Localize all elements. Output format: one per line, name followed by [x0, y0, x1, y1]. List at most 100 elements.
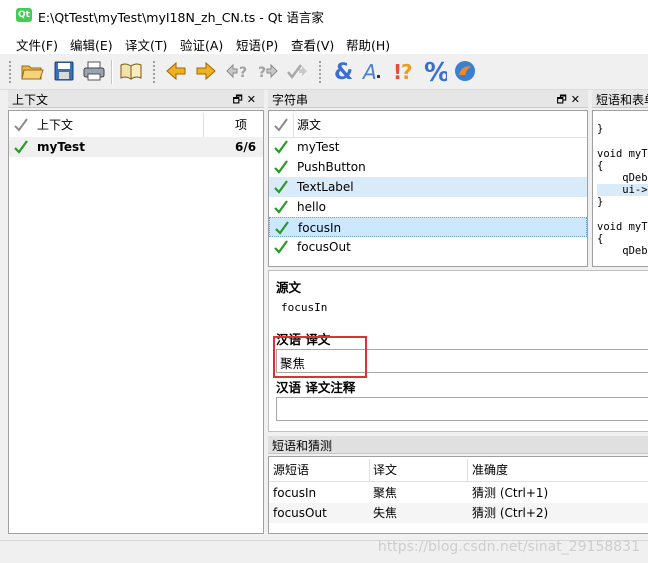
context-dock-title: 上下文 [12, 93, 49, 107]
strings-dock-header: 字符串 🗗✕ [268, 90, 588, 108]
float-dock-icon[interactable]: 🗗 [232, 93, 246, 106]
context-column-header[interactable]: 上下文 [37, 113, 73, 137]
string-row[interactable]: PushButton [269, 157, 587, 177]
watermark: https://blog.csdn.net/sinat_29158831 [377, 539, 640, 555]
dock-buttons: 🗗✕ [232, 91, 260, 110]
svg-text:?: ? [401, 60, 413, 83]
open-folder-icon[interactable] [19, 58, 45, 84]
close-icon[interactable]: ✕ [247, 93, 260, 106]
code-line: } [597, 123, 604, 136]
annotation-highlight-box [273, 336, 367, 378]
toolbar-grip[interactable] [152, 60, 156, 84]
phrase-match-icon[interactable]: !? [391, 58, 417, 84]
prev-unfinished-icon[interactable]: ? [224, 58, 250, 84]
source-text-label: 源文 [276, 280, 302, 295]
phrases-dock-title: 短语和猜测 [272, 439, 333, 453]
menu-phrases[interactable]: 短语(P) [236, 35, 278, 54]
done-check-icon [273, 159, 291, 175]
string-row-selected[interactable]: focusIn [269, 217, 587, 237]
punctuation-check-icon[interactable]: A [360, 58, 386, 84]
arrow-left-icon[interactable] [163, 58, 189, 84]
code-line: qDebu [622, 172, 648, 185]
phrase-accuracy: 猜测 (Ctrl+2) [472, 506, 549, 520]
status-check-header-icon [273, 117, 291, 133]
done-check-icon [273, 139, 291, 155]
items-column-header[interactable]: 项 [235, 113, 247, 137]
done-check-icon [13, 139, 31, 155]
translator-comment-label: 汉语 译文注释 [276, 380, 356, 395]
surrounding-whitespace-icon[interactable] [452, 58, 478, 84]
placemarker-check-icon[interactable]: % [422, 58, 448, 84]
menu-edit[interactable]: 编辑(E) [70, 35, 113, 54]
print-icon[interactable] [81, 58, 107, 84]
menu-file[interactable]: 文件(F) [16, 35, 58, 54]
source-text: focusIn [281, 301, 328, 314]
done-check-icon [274, 220, 292, 236]
phrase-translation: 失焦 [373, 506, 398, 520]
done-next-icon[interactable] [284, 58, 310, 84]
translation-column-header[interactable]: 译文 [373, 459, 397, 481]
accelerator-check-icon[interactable]: & [330, 58, 356, 84]
phrase-translation: 聚焦 [373, 486, 398, 500]
string-text: focusOut [297, 240, 351, 254]
qt-logo-icon: Qt [16, 8, 32, 22]
source-code-view[interactable]: } void myTe { qDebu ui->t } void myTe { … [592, 110, 648, 267]
string-text: hello [297, 200, 326, 214]
toolbar: ? ? & A !? % [0, 54, 648, 141]
toolbar-grip[interactable] [318, 60, 322, 84]
phrase-source: focusIn [273, 486, 317, 500]
strings-list: 源文 myTest PushButton TextLabel hello foc… [268, 110, 588, 267]
svg-text:?: ? [239, 65, 247, 81]
phrases-table: 源短语 译文 准确度 focusIn 聚焦 猜测 (Ctrl+1) focusO… [268, 456, 648, 534]
accuracy-column-header[interactable]: 准确度 [472, 459, 508, 481]
context-row[interactable]: myTest 6/6 [9, 137, 263, 157]
string-row[interactable]: myTest [269, 137, 587, 157]
code-line: void myTe [597, 147, 648, 160]
done-check-icon [273, 179, 291, 195]
menu-translation[interactable]: 译文(T) [125, 35, 167, 54]
status-check-header-icon [13, 117, 31, 133]
string-row[interactable]: focusOut [269, 237, 587, 257]
string-row[interactable]: hello [269, 197, 587, 217]
toolbar-grip[interactable] [8, 60, 12, 84]
string-text: focusIn [298, 221, 342, 235]
menu-bar: 文件(F) 编辑(E) 译文(T) 验证(A) 短语(P) 查看(V) 帮助(H… [0, 32, 648, 54]
svg-text:%: % [424, 59, 447, 83]
context-dock-header: 上下文 🗗✕ [8, 90, 264, 108]
code-line: } [597, 196, 604, 209]
strings-dock-title: 字符串 [272, 93, 309, 107]
phrase-row[interactable]: focusOut 失焦 猜测 (Ctrl+2) [269, 503, 648, 523]
code-line: qDebu [622, 245, 648, 258]
string-row[interactable]: TextLabel [269, 177, 587, 197]
svg-text:A: A [361, 60, 377, 83]
toolbar-separator [111, 60, 113, 84]
next-unfinished-icon[interactable]: ? [254, 58, 280, 84]
window-title: E:\QtTest\myTest\myI18N_zh_CN.ts - Qt 语言… [38, 10, 324, 25]
close-icon[interactable]: ✕ [571, 93, 584, 106]
source-column-header[interactable]: 源文 [297, 113, 321, 137]
save-icon[interactable] [51, 58, 77, 84]
dock-buttons: 🗗✕ [556, 91, 584, 110]
context-name: myTest [37, 140, 85, 154]
menu-validation[interactable]: 验证(A) [180, 35, 223, 54]
string-text: PushButton [297, 160, 366, 174]
context-list: 上下文 项 myTest 6/6 [8, 110, 264, 534]
menu-view[interactable]: 查看(V) [291, 35, 334, 54]
book-icon[interactable] [118, 58, 144, 84]
string-text: myTest [297, 140, 340, 154]
code-line-highlighted: ui->t [597, 184, 648, 197]
phrase-source: focusOut [273, 506, 327, 520]
svg-text:?: ? [258, 65, 266, 81]
done-check-icon [273, 199, 291, 215]
phrase-accuracy: 猜测 (Ctrl+1) [472, 486, 549, 500]
menu-help[interactable]: 帮助(H) [346, 35, 390, 54]
float-dock-icon[interactable]: 🗗 [556, 93, 570, 106]
translator-comment-input[interactable] [276, 397, 648, 421]
context-count: 6/6 [235, 140, 257, 154]
sources-dock-header: 短语和表单 [592, 90, 648, 108]
done-check-icon [273, 239, 291, 255]
title-bar: Qt E:\QtTest\myTest\myI18N_zh_CN.ts - Qt… [0, 0, 648, 32]
phrase-row[interactable]: focusIn 聚焦 猜测 (Ctrl+1) [269, 483, 648, 503]
arrow-right-icon[interactable] [193, 58, 219, 84]
source-phrase-column-header[interactable]: 源短语 [273, 459, 309, 481]
